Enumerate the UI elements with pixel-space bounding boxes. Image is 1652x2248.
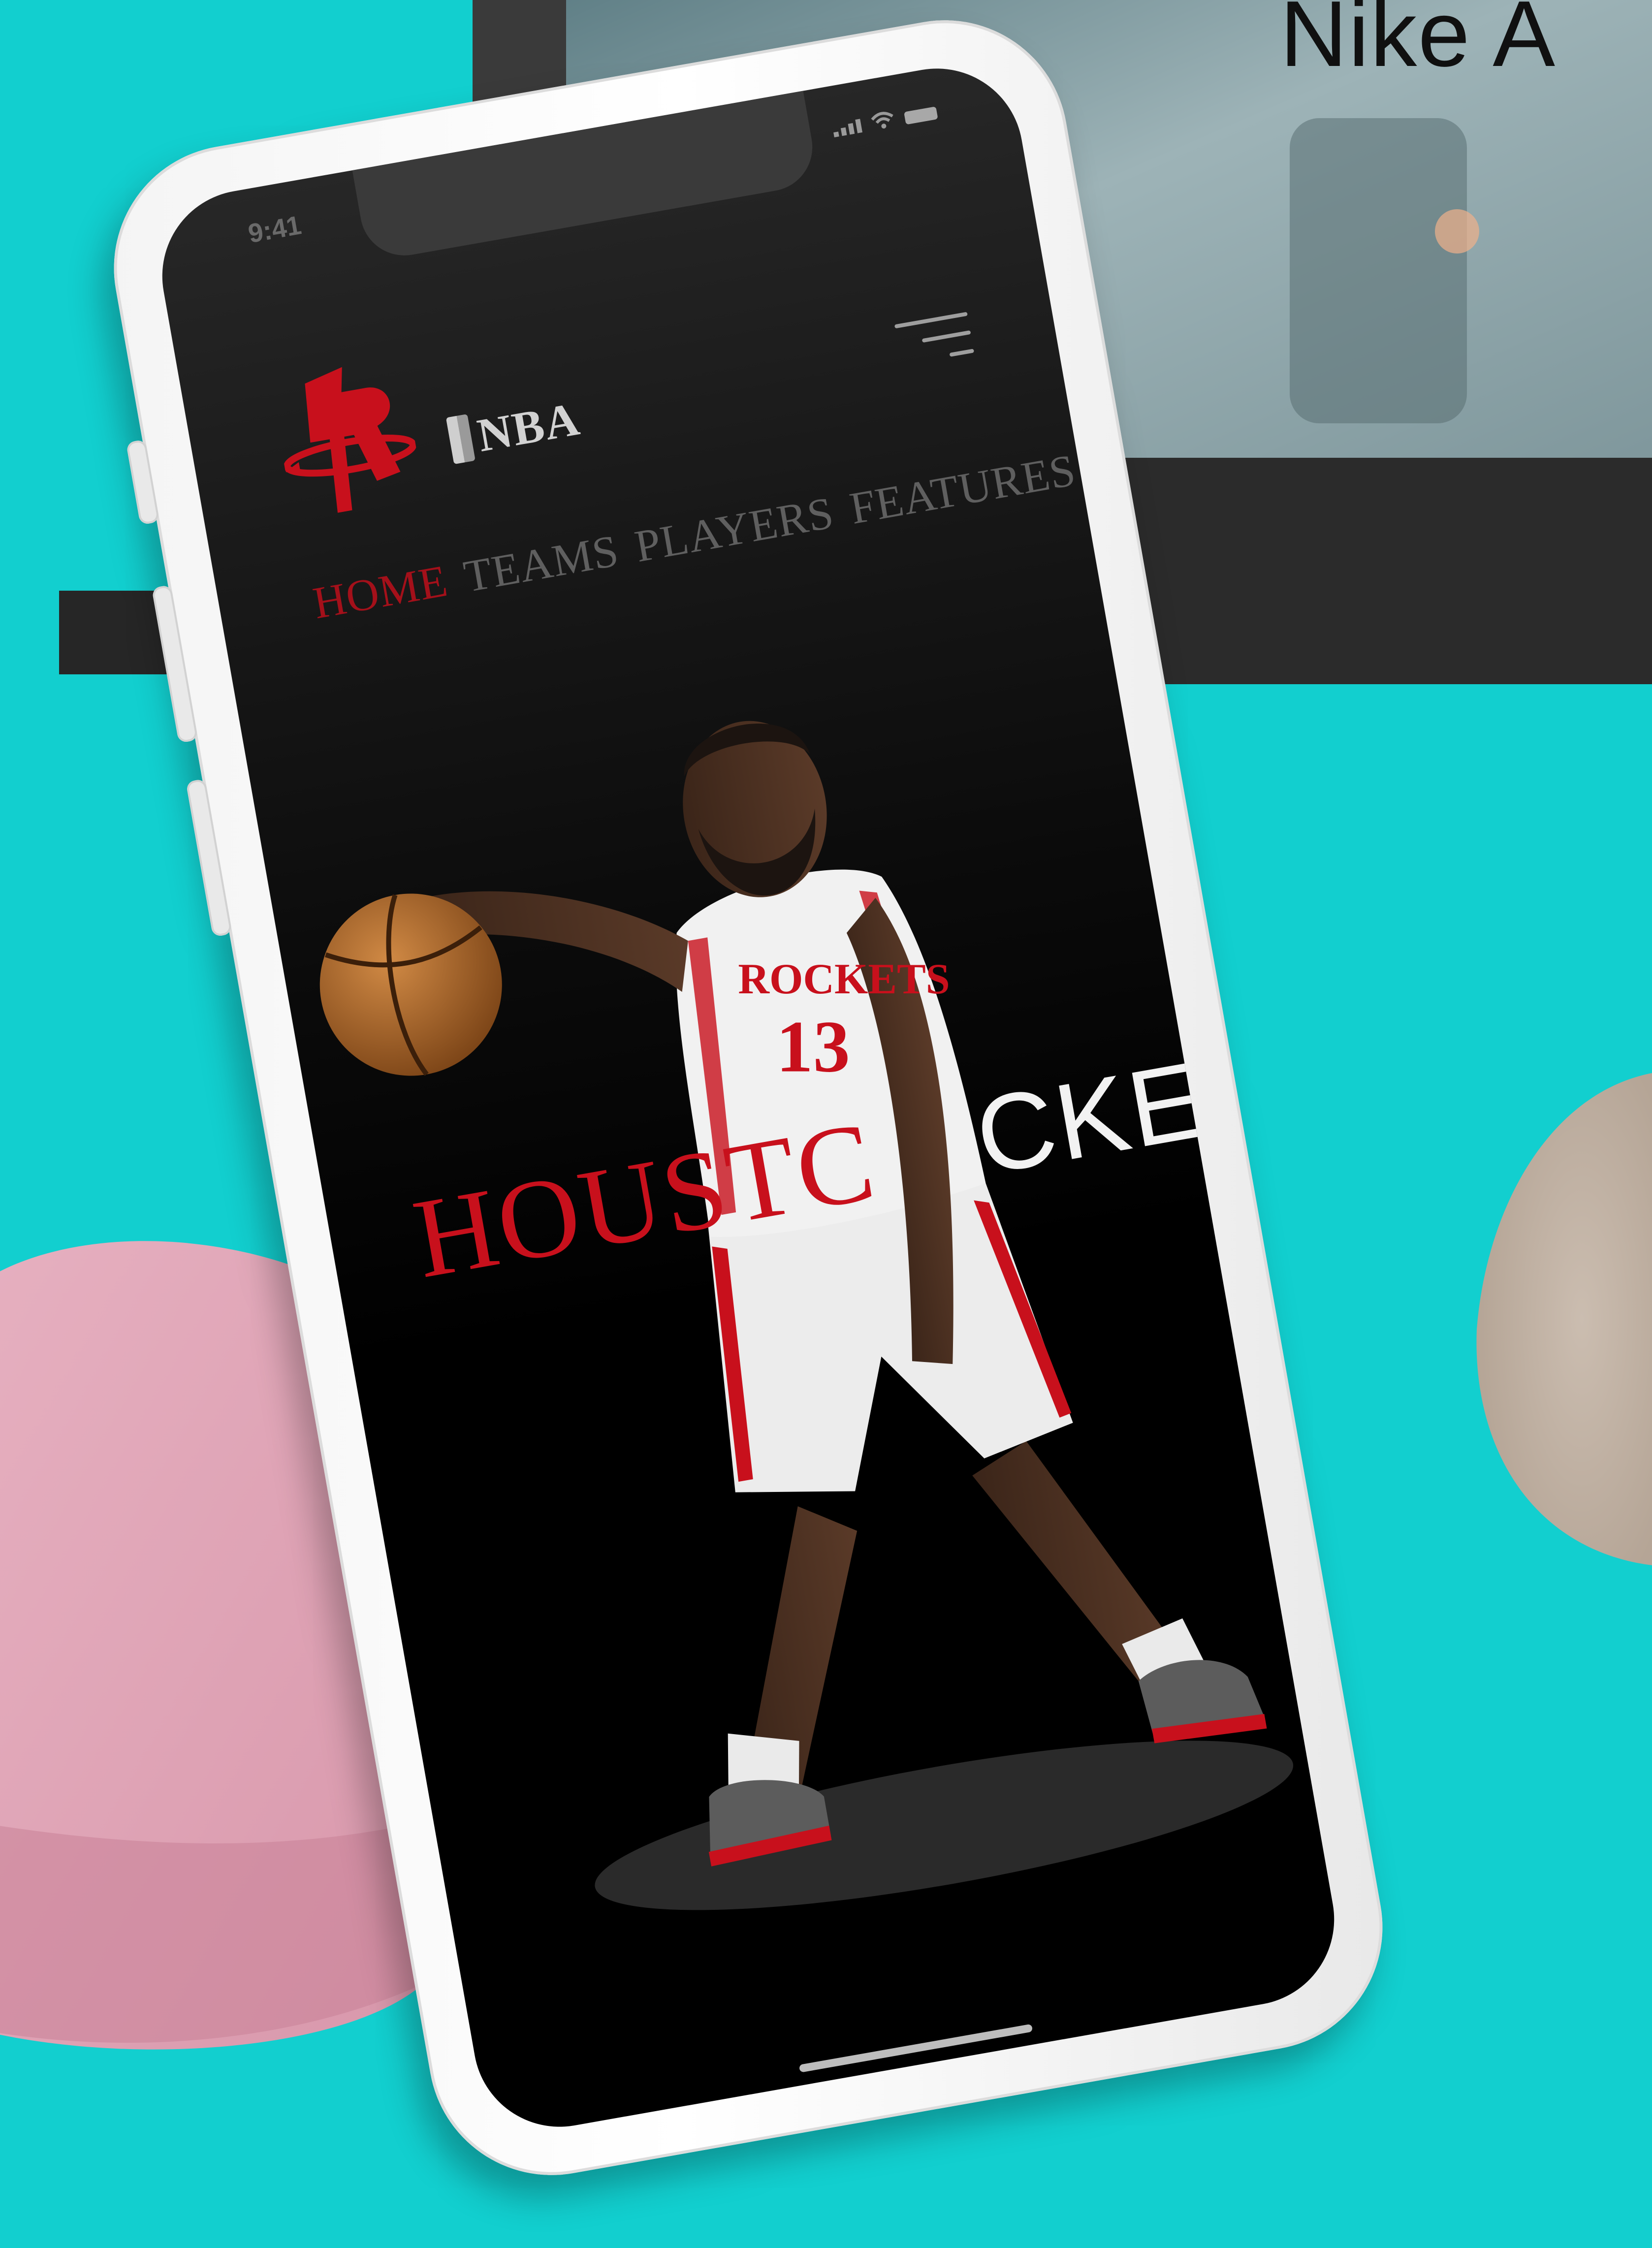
- jersey-name: ROCKETS: [738, 955, 950, 1003]
- hamburger-menu-icon[interactable]: [894, 312, 980, 398]
- rockets-logo[interactable]: [268, 352, 427, 535]
- jersey-number: 13: [776, 1006, 850, 1087]
- beige-blob: [1476, 1073, 1652, 1565]
- background-caption: Nike A: [1280, 0, 1557, 86]
